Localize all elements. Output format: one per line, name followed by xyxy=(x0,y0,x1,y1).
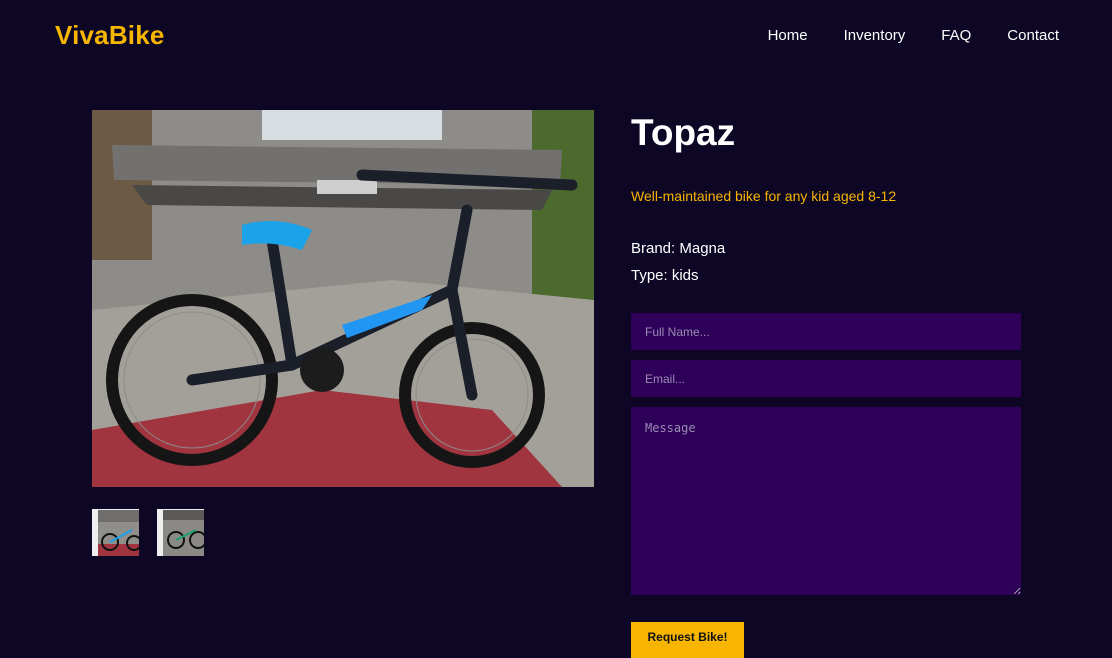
site-logo[interactable]: VivaBike xyxy=(55,20,165,51)
nav-contact[interactable]: Contact xyxy=(1007,27,1059,44)
product-type: Type: kids xyxy=(631,267,699,284)
nav-faq[interactable]: FAQ xyxy=(941,27,971,44)
product-brand: Brand: Magna xyxy=(631,240,726,257)
thumbnail-2[interactable] xyxy=(157,509,204,556)
thumbnail-1[interactable] xyxy=(92,509,139,556)
message-field[interactable] xyxy=(631,407,1021,595)
main-product-photo xyxy=(92,110,594,487)
product-title: Topaz xyxy=(631,112,736,153)
nav-inventory[interactable]: Inventory xyxy=(844,27,906,44)
request-bike-button[interactable]: Request Bike! xyxy=(631,622,744,658)
nav-home[interactable]: Home xyxy=(768,27,808,44)
bike-thumbnail-image xyxy=(163,510,204,556)
product-tagline: Well-maintained bike for any kid aged 8-… xyxy=(631,188,897,204)
bike-photo-illustration xyxy=(92,110,594,487)
main-nav: Home Inventory FAQ Contact xyxy=(768,27,1059,44)
email-field[interactable] xyxy=(631,360,1021,397)
bike-thumbnail-image xyxy=(98,510,139,556)
full-name-field[interactable] xyxy=(631,313,1021,350)
thumbnail-strip xyxy=(92,509,204,556)
